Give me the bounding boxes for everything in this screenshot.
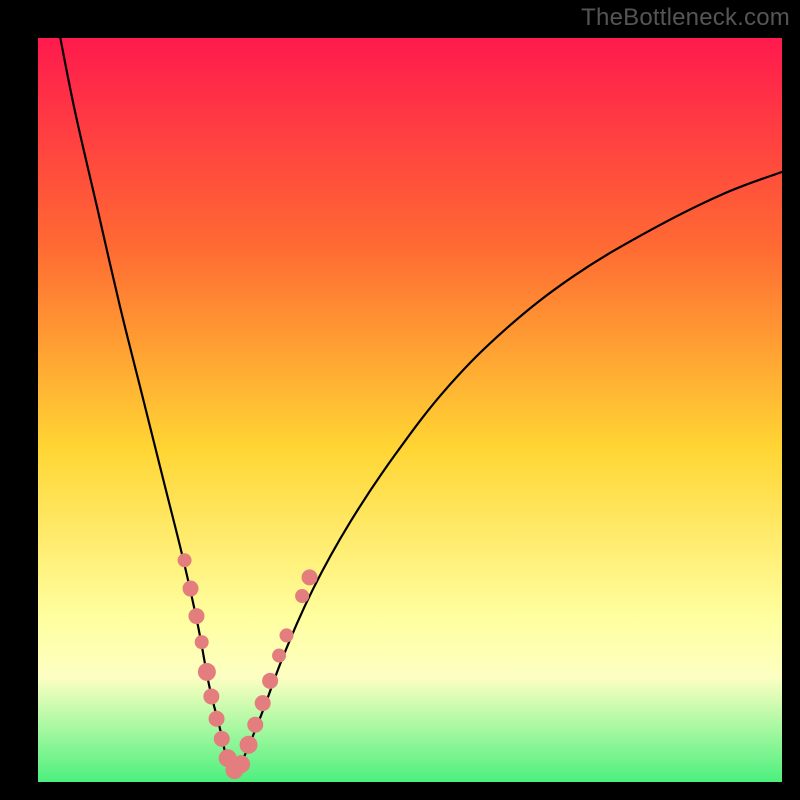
- data-marker: [183, 581, 199, 597]
- gradient-background: [38, 38, 782, 782]
- data-marker: [280, 628, 294, 642]
- data-marker: [240, 736, 258, 754]
- data-marker: [302, 569, 318, 585]
- data-marker: [195, 635, 209, 649]
- plot-area: [38, 38, 782, 782]
- watermark-text: TheBottleneck.com: [581, 4, 790, 32]
- data-marker: [178, 553, 192, 567]
- data-marker: [203, 688, 219, 704]
- bottleneck-chart: [38, 38, 782, 782]
- data-marker: [272, 649, 286, 663]
- data-marker: [209, 711, 225, 727]
- data-marker: [232, 755, 250, 773]
- data-marker: [198, 663, 216, 681]
- data-marker: [188, 608, 204, 624]
- data-marker: [255, 695, 271, 711]
- chart-frame: TheBottleneck.com: [0, 0, 800, 800]
- data-marker: [295, 589, 309, 603]
- data-marker: [247, 717, 263, 733]
- data-marker: [262, 673, 278, 689]
- data-marker: [214, 731, 230, 747]
